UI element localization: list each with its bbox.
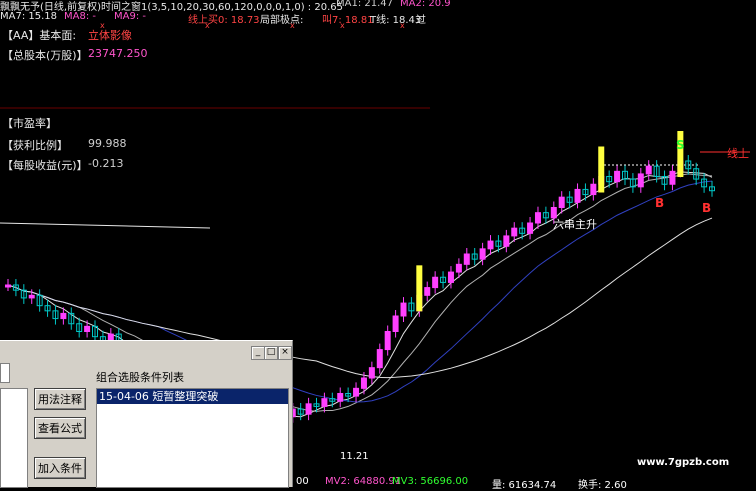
marker-x-4: x [340, 21, 345, 30]
shares-label: 【总股本(万股)】 [2, 49, 88, 62]
sell-signal: S [676, 138, 685, 152]
ma2-value: MA2: 20.9 [400, 0, 451, 9]
candle-body [527, 222, 534, 234]
marker-x-5: x [400, 21, 405, 30]
aa-value: 立体影像 [88, 29, 132, 42]
candle-body [503, 235, 510, 247]
marker-x-2: x [205, 21, 210, 30]
line-up-label: 线上 [727, 147, 749, 160]
volume-value: 量: 61634.74 [492, 480, 557, 491]
candle-body [637, 173, 644, 188]
add-condition-button[interactable]: 加入条件 [34, 457, 86, 479]
profit-label: 【获利比例】 [2, 139, 68, 152]
eps-value: -0.213 [88, 157, 124, 170]
profit-value: 99.988 [88, 137, 127, 150]
list-title: 组合选股条件列表 [96, 371, 184, 384]
maximize-button[interactable]: □ [264, 346, 278, 360]
usage-comment-button[interactable]: 用法注释 [34, 388, 86, 410]
candle-body [60, 312, 67, 320]
candle-body [669, 170, 676, 185]
candle-body [447, 271, 454, 283]
candle-body [84, 325, 91, 333]
candle-body [487, 240, 494, 250]
shares-value: 23747.250 [88, 47, 148, 60]
breakout-bar [598, 146, 605, 193]
eps-label: 【每股收益(元)】 [2, 159, 88, 172]
breakout-bar [416, 265, 423, 312]
candle-body [392, 315, 399, 332]
local-peak-label: 局部极点: [260, 15, 304, 26]
candle-body [574, 188, 581, 203]
mid-value: 叫7: 18.81 [322, 15, 374, 26]
candle-body [337, 393, 344, 402]
candle-body [321, 398, 328, 407]
line-buy-value: 线上买0: 18.73 [188, 15, 260, 26]
minimize-button[interactable]: _ [251, 346, 265, 360]
candle-body [479, 248, 486, 260]
candle-body [614, 170, 621, 183]
t-line-value: T线: 18.43 [370, 15, 422, 26]
candle-body [360, 377, 367, 389]
watermark: www.7gpzb.com [637, 457, 730, 468]
ma9-value: MA9: - [114, 11, 146, 22]
candle-body [432, 276, 439, 289]
view-formula-button[interactable]: 查看公式 [34, 417, 86, 439]
left-selector[interactable] [0, 363, 10, 383]
ma1-value: MA1: 21.47 [336, 0, 394, 9]
buy-signal-1: B [655, 196, 665, 210]
candle-body [558, 196, 565, 209]
candle-body [590, 183, 597, 196]
candle-body [400, 302, 407, 317]
guo-label: 过 [416, 15, 426, 26]
low-price-label: 11.21 [340, 451, 369, 462]
candle-body [424, 287, 431, 296]
candle-body [5, 284, 11, 288]
candle-body [463, 253, 470, 265]
candle-body [455, 263, 462, 273]
mv3-value: MV3: 56696.00 [392, 476, 469, 487]
bottom-left-label: 00 [296, 476, 309, 487]
ma8-value: MA8: - [64, 11, 96, 22]
reference-line [0, 222, 211, 229]
candle-body [368, 367, 375, 379]
list-item[interactable]: 15-04-06 短暂整理突破 [97, 389, 288, 404]
candle-body [305, 403, 312, 415]
pe-label: 【市盈率】 [2, 117, 57, 130]
turnover-value: 换手: 2.60 [578, 480, 627, 491]
candle-body [376, 349, 383, 369]
close-button[interactable]: × [278, 346, 292, 360]
candle-body [28, 294, 35, 299]
aa-label: 【AA】基本面: [2, 29, 77, 42]
marker-x-3: x [290, 21, 295, 30]
candle-body [384, 331, 391, 351]
buy-signal-2: B [702, 201, 712, 215]
left-list-box[interactable] [0, 388, 28, 488]
condition-list[interactable]: 15-04-06 短暂整理突破 [96, 388, 289, 488]
candle-body [511, 227, 518, 237]
candle-body [353, 387, 360, 397]
candle-body [534, 212, 541, 224]
mv2-value: MV2: 64880.91 [325, 476, 402, 487]
rise-annotation: 六串主升 [553, 218, 597, 231]
stock-selection-dialog[interactable]: _ □ × 组合选股条件列表 用法注释 查看公式 加入条件 15-04-06 短… [0, 340, 293, 488]
candle-body [645, 165, 652, 175]
ma7-value: MA7: 15.18 [0, 11, 58, 22]
